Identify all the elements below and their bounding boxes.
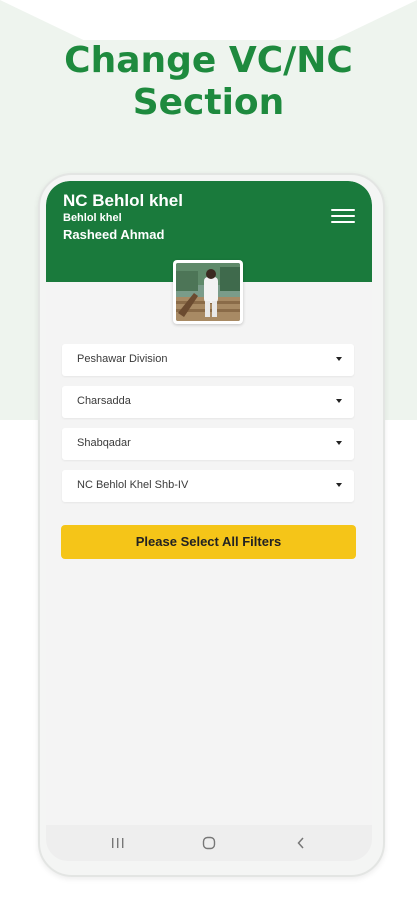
promo-headline-line2: Section [132, 82, 285, 123]
vc-nc-dropdown-value: NC Behlol Khel Shb-IV [77, 479, 189, 491]
district-dropdown[interactable]: Charsadda [62, 386, 354, 418]
promo-headline: Change VC/NC Section [0, 40, 417, 124]
hamburger-menu-icon[interactable] [331, 209, 355, 223]
system-navigation-bar [46, 825, 372, 861]
select-filters-button[interactable]: Please Select All Filters [61, 525, 356, 559]
avatar [173, 260, 243, 324]
chevron-down-icon [336, 441, 342, 445]
chevron-down-icon [336, 399, 342, 403]
vc-nc-dropdown[interactable]: NC Behlol Khel Shb-IV [62, 470, 354, 502]
header-user-name: Rasheed Ahmad [63, 227, 165, 242]
profile-photo [176, 263, 240, 321]
recents-icon[interactable] [106, 832, 130, 854]
back-icon[interactable] [289, 832, 313, 854]
chevron-down-icon [336, 483, 342, 487]
header-title: NC Behlol khel [63, 191, 183, 210]
app-screen: NC Behlol khel Behlol khel Rasheed Ahmad [46, 181, 372, 861]
district-dropdown-value: Charsadda [77, 395, 131, 407]
chevron-down-icon [336, 357, 342, 361]
promo-headline-line1: Change VC/NC [64, 40, 353, 81]
header-subtitle: Behlol khel [63, 212, 122, 224]
home-icon[interactable] [197, 832, 221, 854]
tehsil-dropdown-value: Shabqadar [77, 437, 131, 449]
division-dropdown-value: Peshawar Division [77, 353, 168, 365]
division-dropdown[interactable]: Peshawar Division [62, 344, 354, 376]
tehsil-dropdown[interactable]: Shabqadar [62, 428, 354, 460]
